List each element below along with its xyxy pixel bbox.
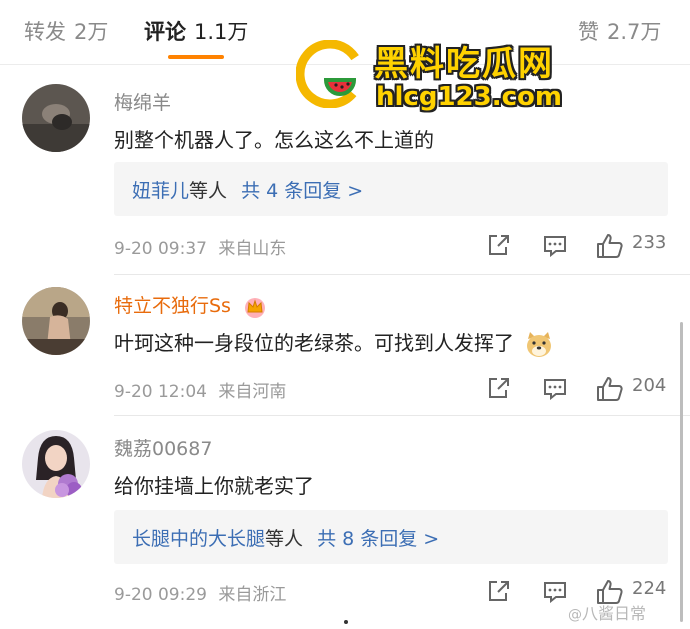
avatar[interactable] [22,430,90,498]
tab-repost-label: 转发 [24,20,66,44]
avatar[interactable] [22,84,90,152]
comment-time: 9-20 09:37 [114,239,207,259]
tab-like-count: 2.7万 [607,20,662,44]
like-count: 204 [632,375,667,396]
reply-count-link[interactable]: 共 8 条回复 > [317,528,439,550]
share-icon[interactable] [486,579,512,603]
reply-summary-text: 长腿中的大长腿等人 共 8 条回复 > [132,524,439,551]
comment-icon[interactable] [542,233,568,257]
share-icon[interactable] [486,233,512,257]
reply-names[interactable]: 长腿中的大长腿 [132,528,265,550]
footer-watermark-text: 八酱日常 [582,604,647,623]
scrollbar[interactable] [680,322,683,622]
tab-like[interactable]: 赞 2.7万 [578,16,661,46]
username[interactable]: 特立不独行Ss [114,291,267,318]
tab-repost[interactable]: 转发 2万 [24,16,108,46]
username[interactable]: 梅绵羊 [114,88,171,115]
comment-meta: 9-20 09:29 来自浙江 [114,580,286,605]
tab-comment-count: 1.1万 [194,20,249,44]
comment-icon[interactable] [542,579,568,603]
at-icon: @ [568,607,582,623]
thumbs-up-icon[interactable] [596,376,624,402]
page-dot [344,620,348,624]
active-tab-indicator [168,55,224,59]
tab-repost-count: 2万 [74,20,109,44]
comment-text-content: 叶珂这种一身段位的老绿茶。可找到人发挥了 [114,331,514,355]
comment-actions: 204 [486,373,676,403]
reply-summary-text: 妞菲儿等人 共 4 条回复 > [132,176,363,203]
avatar-image [22,84,90,152]
thumbs-up-icon[interactable] [596,233,624,259]
share-icon[interactable] [486,376,512,400]
comment-icon[interactable] [542,376,568,400]
comment-actions: 233 [486,230,676,260]
comment-time: 9-20 09:29 [114,585,207,605]
reply-names[interactable]: 妞菲儿 [132,180,189,202]
tab-comment[interactable]: 评论 1.1万 [144,16,248,46]
footer-watermark: @八酱日常 [568,600,646,624]
like-count: 233 [632,232,667,253]
comment-item: 梅绵羊 别整个机器人了。怎么这么不上道的 妞菲儿等人 共 4 条回复 > 9-2… [0,64,690,274]
username-text: 特立不独行Ss [114,295,231,317]
comment-meta: 9-20 09:37 来自山东 [114,234,286,259]
reply-suffix: 等人 [189,180,228,202]
reply-suffix: 等人 [265,528,304,550]
like-count: 224 [632,578,667,599]
crown-icon [245,297,266,318]
reply-summary[interactable]: 妞菲儿等人 共 4 条回复 > [114,162,668,216]
doge-emoji-icon [527,331,552,357]
comment-location: 来自河南 [218,382,287,402]
reply-summary[interactable]: 长腿中的大长腿等人 共 8 条回复 > [114,510,668,564]
comment-item: 魏荔00687 给你挂墙上你就老实了 长腿中的大长腿等人 共 8 条回复 > 9… [0,416,690,626]
tab-comment-label: 评论 [144,20,186,44]
comment-time: 9-20 12:04 [114,382,207,402]
comment-meta: 9-20 12:04 来自河南 [114,377,286,402]
avatar[interactable] [22,287,90,355]
reply-count-link[interactable]: 共 4 条回复 > [241,180,363,202]
avatar-image [22,287,90,355]
comment-text: 叶珂这种一身段位的老绿茶。可找到人发挥了 [114,327,554,359]
comment-location: 来自山东 [218,239,287,259]
comment-location: 来自浙江 [218,585,287,605]
username[interactable]: 魏荔00687 [114,434,212,461]
comment-text: 给你挂墙上你就老实了 [114,474,314,498]
comment-item: 特立不独行Ss 叶珂这种一身段位的老绿茶。可找到人发挥了 9-20 12:04 … [0,275,690,415]
comment-text: 别整个机器人了。怎么这么不上道的 [114,128,434,152]
avatar-image [22,430,90,498]
